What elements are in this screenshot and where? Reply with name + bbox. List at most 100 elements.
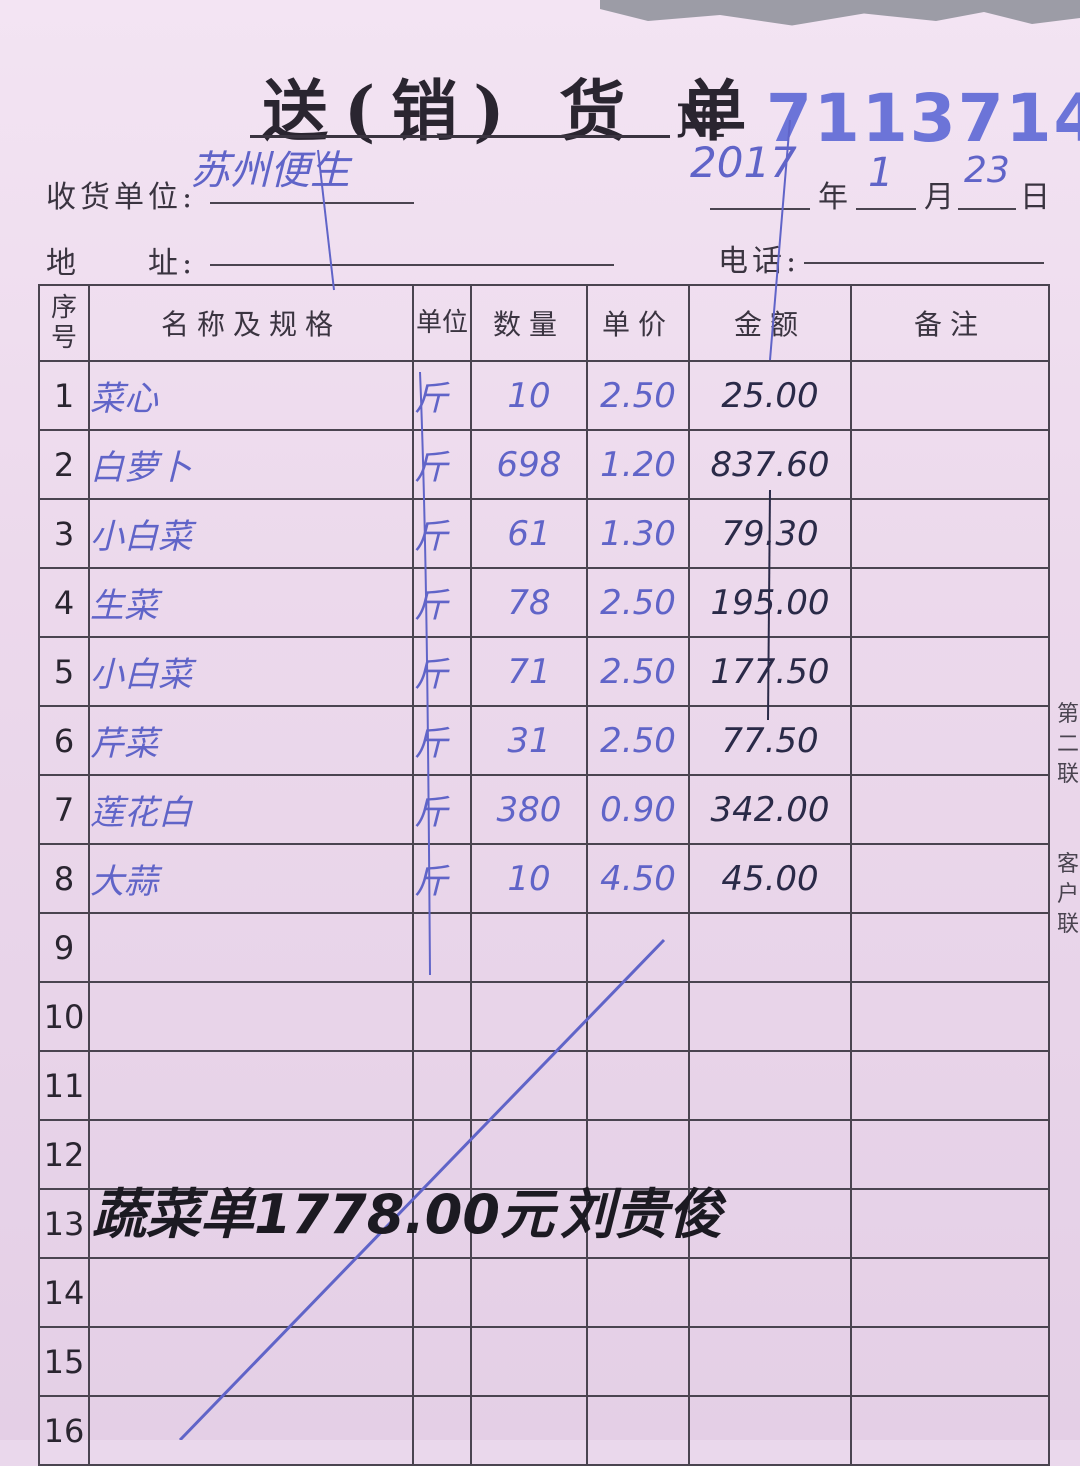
row-unit[interactable]: 斤 — [412, 498, 472, 569]
row-unit[interactable]: 斤 — [412, 705, 472, 776]
row-amount[interactable] — [688, 912, 852, 983]
row-name[interactable]: 莲花白 — [88, 774, 414, 845]
signature[interactable]: 刘贵俊 — [560, 1170, 722, 1249]
row-amount[interactable]: 77.50 — [688, 705, 852, 776]
row-qty[interactable]: 61 — [470, 498, 588, 569]
row-amount[interactable]: 195.00 — [688, 567, 852, 638]
row-amount[interactable]: 177.50 — [688, 636, 852, 707]
row-amount[interactable] — [688, 1050, 852, 1121]
row-qty[interactable] — [470, 912, 588, 983]
day-line — [958, 208, 1016, 210]
row-remark[interactable] — [850, 1050, 1050, 1121]
row-unit[interactable] — [412, 1395, 472, 1466]
row-amount[interactable]: 342.00 — [688, 774, 852, 845]
row-qty[interactable]: 10 — [470, 843, 588, 914]
row-amount[interactable]: 25.00 — [688, 360, 852, 431]
row-amount[interactable] — [688, 1326, 852, 1397]
row-qty[interactable] — [470, 1395, 588, 1466]
row-price[interactable] — [586, 1257, 690, 1328]
row-name[interactable]: 白萝卜 — [88, 429, 414, 500]
table-row: 11 — [38, 1050, 1050, 1121]
row-unit[interactable] — [412, 981, 472, 1052]
row-price[interactable] — [586, 912, 690, 983]
address-label: 地 址: — [46, 246, 197, 281]
row-name[interactable] — [88, 1326, 414, 1397]
row-unit[interactable] — [412, 1257, 472, 1328]
row-unit[interactable] — [412, 912, 472, 983]
total-note[interactable]: 蔬菜单1778.00元 — [92, 1170, 554, 1249]
row-name[interactable]: 小白菜 — [88, 636, 414, 707]
row-qty[interactable] — [470, 1050, 588, 1121]
row-name[interactable] — [88, 1050, 414, 1121]
row-name[interactable]: 菜心 — [88, 360, 414, 431]
row-remark[interactable] — [850, 1119, 1050, 1190]
row-remark[interactable] — [850, 567, 1050, 638]
row-unit[interactable]: 斤 — [412, 843, 472, 914]
row-remark[interactable] — [850, 498, 1050, 569]
day-value[interactable]: 23 — [964, 150, 1010, 191]
row-name[interactable]: 大蒜 — [88, 843, 414, 914]
row-price[interactable]: 2.50 — [586, 636, 690, 707]
row-unit[interactable] — [412, 1050, 472, 1121]
row-remark[interactable] — [850, 636, 1050, 707]
row-price[interactable] — [586, 1050, 690, 1121]
table-row: 3 小白菜 斤 61 1.30 79.30 — [38, 498, 1050, 569]
row-remark[interactable] — [850, 1257, 1050, 1328]
row-remark[interactable] — [850, 429, 1050, 500]
row-amount[interactable]: 837.60 — [688, 429, 852, 500]
day-label: 日 — [1020, 180, 1054, 215]
row-qty[interactable] — [470, 981, 588, 1052]
row-qty[interactable]: 78 — [470, 567, 588, 638]
row-remark[interactable] — [850, 360, 1050, 431]
row-price[interactable] — [586, 1326, 690, 1397]
row-qty[interactable] — [470, 1257, 588, 1328]
row-name[interactable] — [88, 1257, 414, 1328]
row-remark[interactable] — [850, 705, 1050, 776]
row-amount[interactable] — [688, 1257, 852, 1328]
recipient-value[interactable]: 苏州便生 — [190, 138, 350, 196]
row-name[interactable]: 芹菜 — [88, 705, 414, 776]
row-price[interactable]: 1.20 — [586, 429, 690, 500]
row-remark[interactable] — [850, 843, 1050, 914]
row-name[interactable]: 小白菜 — [88, 498, 414, 569]
row-price[interactable]: 1.30 — [586, 498, 690, 569]
phone-label: 电话: — [718, 244, 801, 279]
month-label: 月 — [924, 180, 958, 215]
row-name[interactable]: 生菜 — [88, 567, 414, 638]
row-qty[interactable]: 71 — [470, 636, 588, 707]
month-value[interactable]: 1 — [868, 150, 893, 196]
row-unit[interactable]: 斤 — [412, 774, 472, 845]
row-remark[interactable] — [850, 774, 1050, 845]
row-name[interactable] — [88, 1395, 414, 1466]
row-amount[interactable] — [688, 1395, 852, 1466]
row-remark[interactable] — [850, 981, 1050, 1052]
row-qty[interactable]: 31 — [470, 705, 588, 776]
row-price[interactable]: 2.50 — [586, 705, 690, 776]
year-value[interactable]: 2017 — [690, 138, 797, 187]
row-amount[interactable]: 45.00 — [688, 843, 852, 914]
row-amount[interactable] — [688, 981, 852, 1052]
row-price[interactable] — [586, 981, 690, 1052]
row-qty[interactable]: 380 — [470, 774, 588, 845]
row-unit[interactable]: 斤 — [412, 360, 472, 431]
row-price[interactable]: 0.90 — [586, 774, 690, 845]
row-price[interactable] — [586, 1395, 690, 1466]
row-qty[interactable]: 698 — [470, 429, 588, 500]
row-remark[interactable] — [850, 1395, 1050, 1466]
row-amount[interactable]: 79.30 — [688, 498, 852, 569]
row-unit[interactable] — [412, 1326, 472, 1397]
row-qty[interactable] — [470, 1326, 588, 1397]
address-line — [210, 264, 614, 266]
row-price[interactable]: 2.50 — [586, 360, 690, 431]
row-remark[interactable] — [850, 1188, 1050, 1259]
row-unit[interactable]: 斤 — [412, 429, 472, 500]
row-name[interactable] — [88, 981, 414, 1052]
row-price[interactable]: 2.50 — [586, 567, 690, 638]
row-remark[interactable] — [850, 912, 1050, 983]
row-price[interactable]: 4.50 — [586, 843, 690, 914]
row-remark[interactable] — [850, 1326, 1050, 1397]
row-unit[interactable]: 斤 — [412, 567, 472, 638]
row-name[interactable] — [88, 912, 414, 983]
row-qty[interactable]: 10 — [470, 360, 588, 431]
row-unit[interactable]: 斤 — [412, 636, 472, 707]
